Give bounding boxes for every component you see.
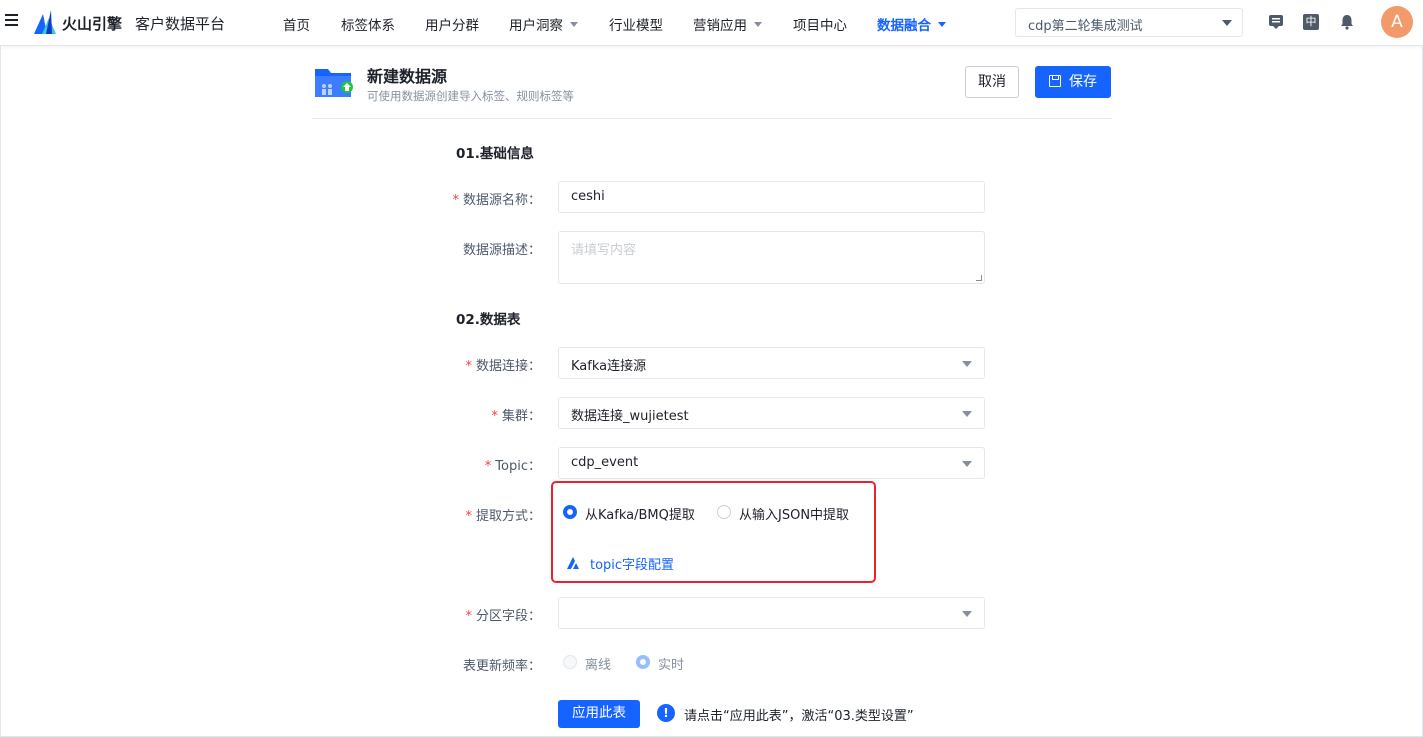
page-subtitle: 可使用数据源创建导入标签、规则标签等	[367, 89, 574, 103]
save-icon	[1049, 75, 1061, 87]
cluster-select[interactable]: 数据连接_wujietest	[558, 397, 985, 429]
top-navigation-bar: 火山引擎 客户数据平台 首页 标签体系 用户分群 用户洞察 行业模型 营销应用 …	[0, 0, 1423, 46]
label-colon: ：	[527, 509, 541, 524]
nav-industry-models[interactable]: 行业模型	[609, 14, 663, 34]
nav-home[interactable]: 首页	[283, 14, 310, 34]
chevron-down-icon	[938, 21, 946, 27]
update-frequency-label-text: 表更新频率	[462, 659, 528, 674]
required-mark: *	[484, 459, 492, 474]
cluster-label: * 集群：	[411, 405, 541, 424]
datasource-desc-textarea[interactable]: 请填写内容	[558, 231, 985, 284]
partition-label: * 分区字段：	[411, 605, 541, 624]
message-icon[interactable]	[1268, 14, 1284, 30]
nav-tag-system[interactable]: 标签体系	[341, 14, 395, 34]
label-colon: ：	[527, 193, 541, 208]
update-frequency-label: 表更新频率：	[411, 655, 541, 674]
brand-name[interactable]: 火山引擎	[62, 13, 122, 34]
chevron-down-icon	[570, 21, 578, 27]
chevron-down-icon	[962, 411, 972, 417]
info-icon: !	[657, 704, 675, 722]
topic-select-value: cdp_event	[571, 455, 639, 470]
cluster-select-value: 数据连接_wujietest	[571, 409, 689, 424]
nav-project-center[interactable]: 项目中心	[793, 14, 847, 34]
topic-label-text: Topic	[495, 459, 528, 474]
section-basic-info: 01.基础信息	[456, 146, 534, 162]
required-mark: *	[465, 359, 472, 374]
name-label: * 数据源名称：	[411, 189, 541, 208]
partition-select[interactable]	[558, 597, 985, 629]
notification-bell-icon[interactable]	[1339, 14, 1355, 30]
datasource-name-input[interactable]: ceshi	[558, 181, 985, 213]
product-name: 客户数据平台	[135, 15, 226, 33]
chevron-down-icon	[754, 21, 762, 27]
label-colon: ：	[527, 243, 541, 258]
nav-user-insights-label: 用户洞察	[509, 18, 563, 34]
user-avatar[interactable]: A	[1381, 6, 1413, 38]
extract-method-label-text: 提取方式	[475, 509, 528, 524]
required-mark: *	[491, 409, 498, 424]
connection-label-text: 数据连接	[475, 359, 528, 374]
section-data-table: 02.数据表	[456, 312, 521, 328]
connection-select-value: Kafka连接源	[571, 359, 647, 374]
apply-hint-text: 请点击“应用此表”，激活“03.类型设置”	[684, 709, 914, 724]
frequency-realtime-label: 实时	[658, 658, 685, 673]
desc-label-text: 数据源描述	[462, 243, 528, 258]
nav-user-segments[interactable]: 用户分群	[425, 14, 479, 34]
annotation-highlight-box	[551, 481, 876, 583]
required-mark: *	[465, 609, 472, 624]
topic-select[interactable]: cdp_event	[558, 447, 985, 479]
apply-table-button[interactable]: 应用此表	[558, 700, 640, 728]
label-colon: ：	[527, 409, 541, 424]
hamburger-menu-icon[interactable]	[5, 14, 18, 28]
resize-handle-icon[interactable]	[976, 275, 982, 281]
required-mark: *	[452, 193, 459, 208]
cluster-label-text: 集群	[501, 409, 528, 424]
data-source-folder-icon	[315, 69, 353, 97]
label-colon: ：	[527, 609, 541, 624]
label-colon: ：	[527, 459, 541, 474]
save-button[interactable]: 保存	[1035, 66, 1111, 98]
name-label-text: 数据源名称	[462, 193, 528, 208]
frequency-offline-label: 离线	[585, 658, 612, 673]
chevron-down-icon	[962, 611, 972, 617]
chevron-down-icon	[962, 461, 972, 467]
frequency-realtime-radio[interactable]	[636, 655, 650, 669]
cancel-button[interactable]: 取消	[965, 66, 1019, 98]
save-button-label: 保存	[1069, 74, 1097, 90]
nav-data-fusion-label: 数据融合	[877, 18, 931, 34]
topic-label: * Topic：	[411, 455, 541, 474]
frequency-offline-radio[interactable]	[563, 655, 577, 669]
nav-data-fusion[interactable]: 数据融合	[877, 14, 946, 34]
desc-label: 数据源描述：	[411, 239, 541, 258]
project-select[interactable]: cdp第二轮集成测试	[1015, 8, 1243, 37]
language-switch-button[interactable]: 中	[1303, 14, 1319, 30]
project-select-value: cdp第二轮集成测试	[1028, 19, 1143, 34]
nav-marketing-label: 营销应用	[693, 18, 747, 34]
label-colon: ：	[527, 659, 541, 674]
label-colon: ：	[527, 359, 541, 374]
extract-method-label: * 提取方式：	[411, 505, 541, 524]
required-mark: *	[465, 509, 472, 524]
desc-placeholder: 请填写内容	[571, 243, 637, 258]
partition-label-text: 分区字段	[475, 609, 528, 624]
nav-user-insights[interactable]: 用户洞察	[509, 14, 578, 34]
connection-select[interactable]: Kafka连接源	[558, 347, 985, 379]
page-title: 新建数据源	[367, 67, 448, 86]
header-divider	[312, 118, 1111, 119]
nav-marketing[interactable]: 营销应用	[693, 14, 762, 34]
chevron-down-icon	[962, 361, 972, 367]
chevron-down-icon	[1222, 20, 1232, 26]
connection-label: * 数据连接：	[411, 355, 541, 374]
volcano-engine-logo-icon	[34, 10, 56, 34]
